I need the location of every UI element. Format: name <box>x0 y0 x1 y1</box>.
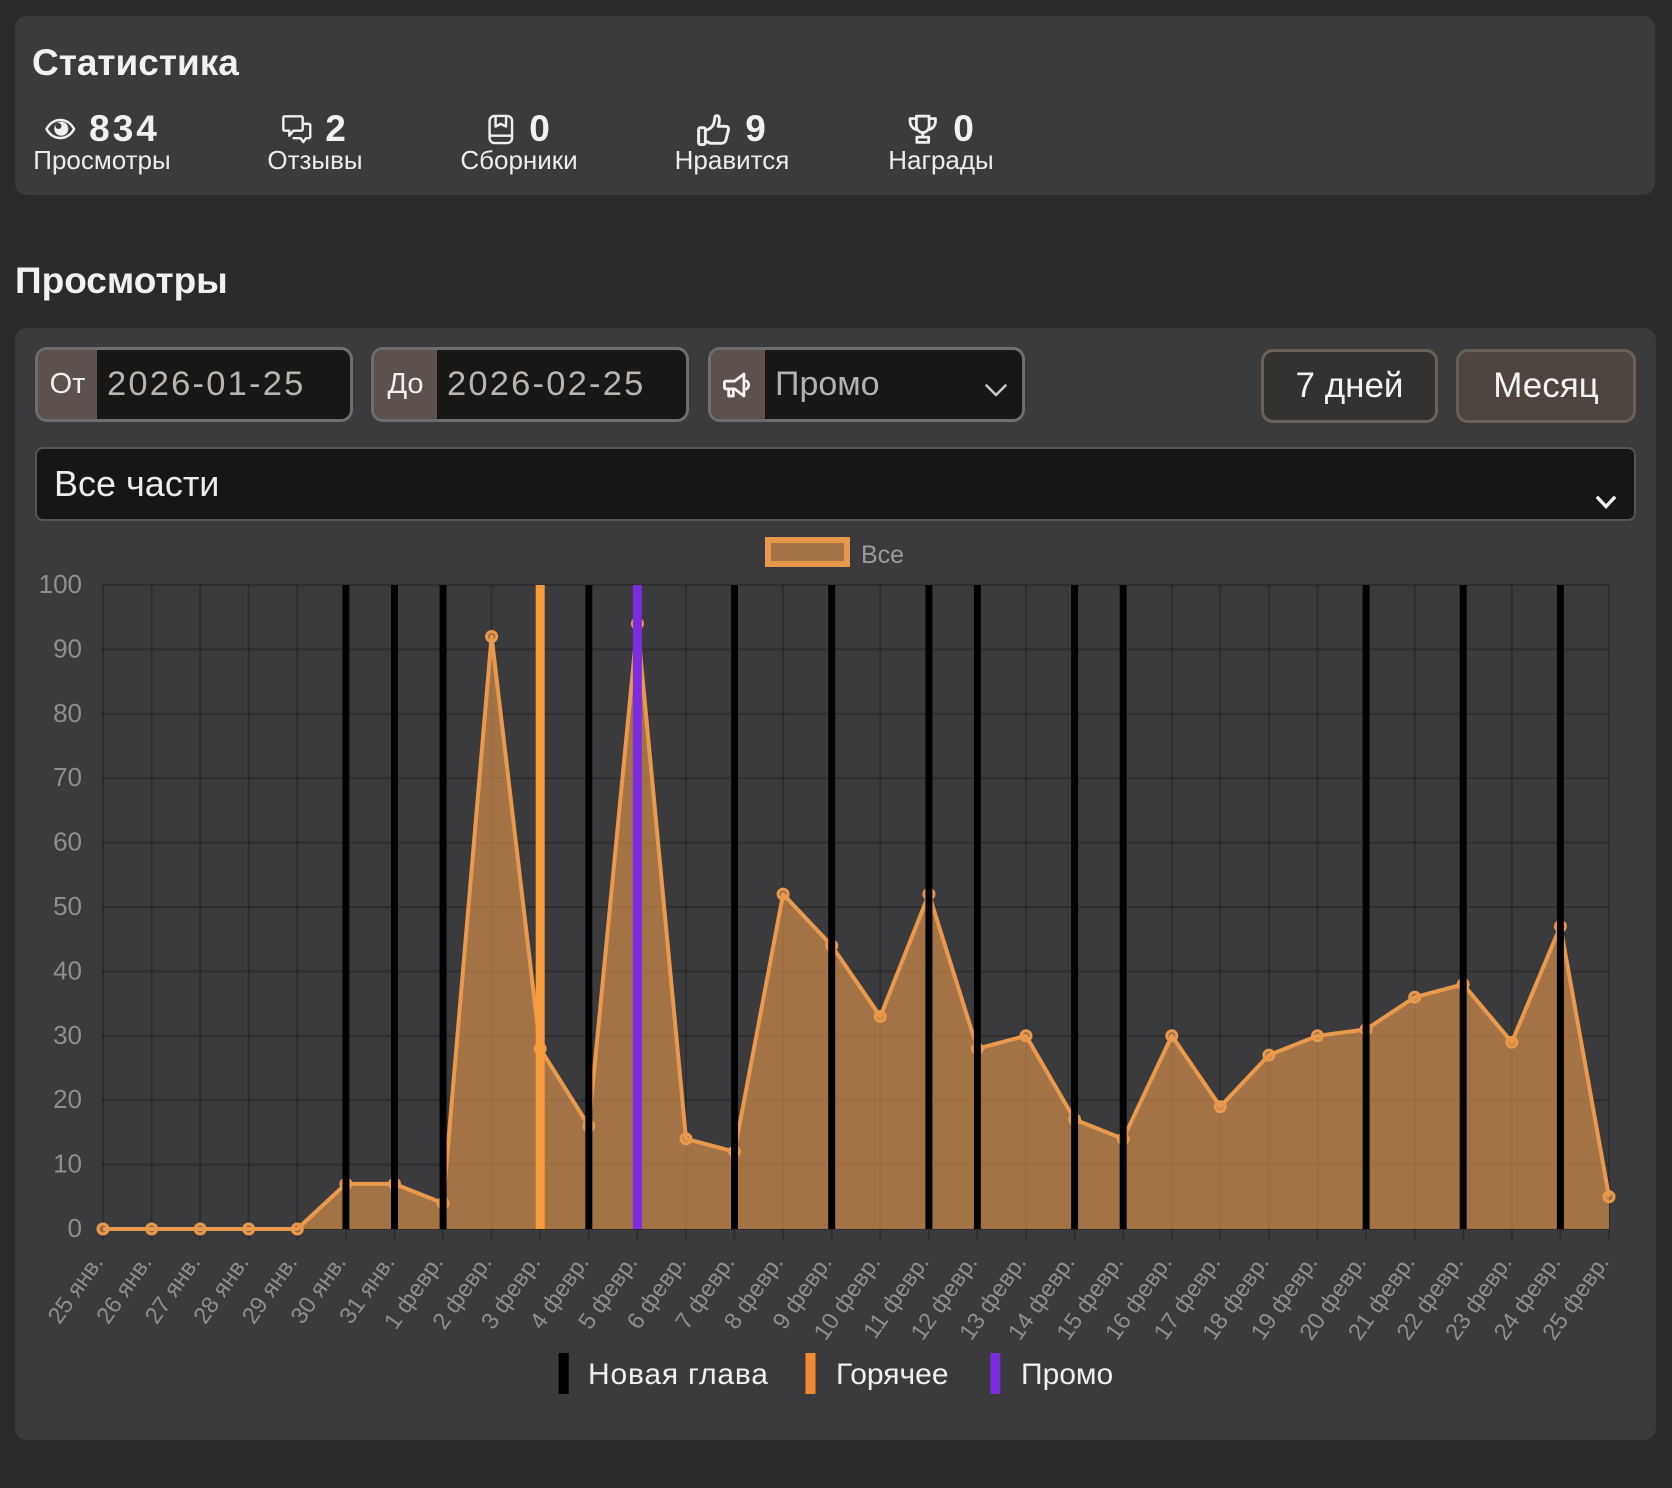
svg-text:20: 20 <box>53 1084 82 1114</box>
svg-text:100: 100 <box>39 569 82 599</box>
svg-text:80: 80 <box>53 698 82 728</box>
svg-text:10: 10 <box>53 1149 82 1179</box>
svg-text:30: 30 <box>53 1020 82 1050</box>
svg-text:0: 0 <box>68 1213 82 1243</box>
svg-text:Все: Все <box>861 541 904 569</box>
svg-text:Новая глава: Новая глава <box>588 1358 769 1391</box>
svg-text:40: 40 <box>53 955 82 985</box>
svg-text:70: 70 <box>53 762 82 792</box>
svg-text:Промо: Промо <box>1021 1358 1113 1391</box>
svg-text:90: 90 <box>53 633 82 663</box>
svg-text:60: 60 <box>53 827 82 857</box>
svg-text:Горячее: Горячее <box>836 1358 949 1391</box>
svg-text:50: 50 <box>53 891 82 921</box>
